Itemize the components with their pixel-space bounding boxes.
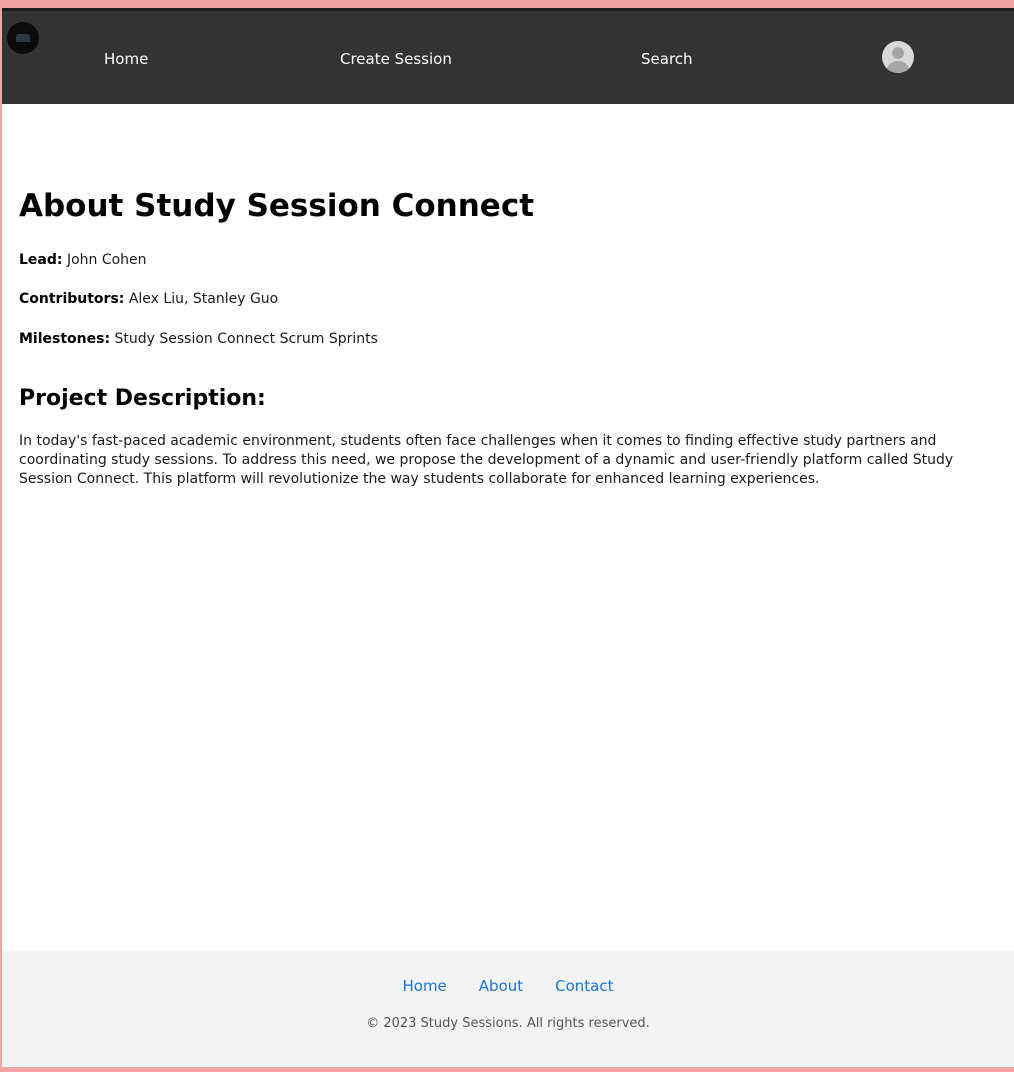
footer-links: Home About Contact	[2, 976, 1014, 996]
contributors-label: Contributors:	[19, 291, 125, 307]
project-description-text: In today's fast-paced academic environme…	[19, 433, 954, 487]
lead-line: Lead: John Cohen	[19, 250, 147, 270]
nav-link-home[interactable]: Home	[104, 49, 148, 69]
copyright-text: © 2023 Study Sessions. All rights reserv…	[366, 1016, 650, 1031]
navbar-top-border	[2, 8, 1014, 11]
logo-mark	[16, 34, 30, 42]
milestones-value: Study Session Connect Scrum Sprints	[114, 331, 378, 347]
milestones-line: Milestones: Study Session Connect Scrum …	[19, 329, 378, 349]
page-footer: Home About Contact © 2023 Study Sessions…	[2, 951, 1014, 1067]
top-navbar: Home Create Session Search	[2, 8, 1014, 104]
lead-value: John Cohen	[66, 252, 147, 268]
study-session-logo-icon[interactable]	[7, 22, 39, 54]
footer-link-contact[interactable]: Contact	[555, 976, 613, 996]
page-title: About Study Session Connect	[19, 188, 535, 224]
milestones-label: Milestones:	[19, 331, 111, 347]
window-frame-left	[0, 0, 2, 1072]
avatar-head	[892, 47, 904, 59]
contributors-line: Contributors: Alex Liu, Stanley Guo	[19, 289, 278, 309]
avatar-body	[887, 61, 909, 73]
window-frame-bottom	[0, 1067, 1014, 1072]
footer-link-home[interactable]: Home	[402, 976, 446, 996]
nav-link-create-session[interactable]: Create Session	[340, 49, 452, 69]
contributors-value: Alex Liu, Stanley Guo	[128, 291, 279, 307]
window-frame-top	[0, 0, 1014, 8]
lead-label: Lead:	[19, 252, 63, 268]
footer-link-about[interactable]: About	[479, 976, 523, 996]
nav-link-search[interactable]: Search	[641, 49, 693, 69]
user-avatar-icon[interactable]	[882, 41, 914, 73]
project-description-heading: Project Description:	[19, 386, 266, 411]
